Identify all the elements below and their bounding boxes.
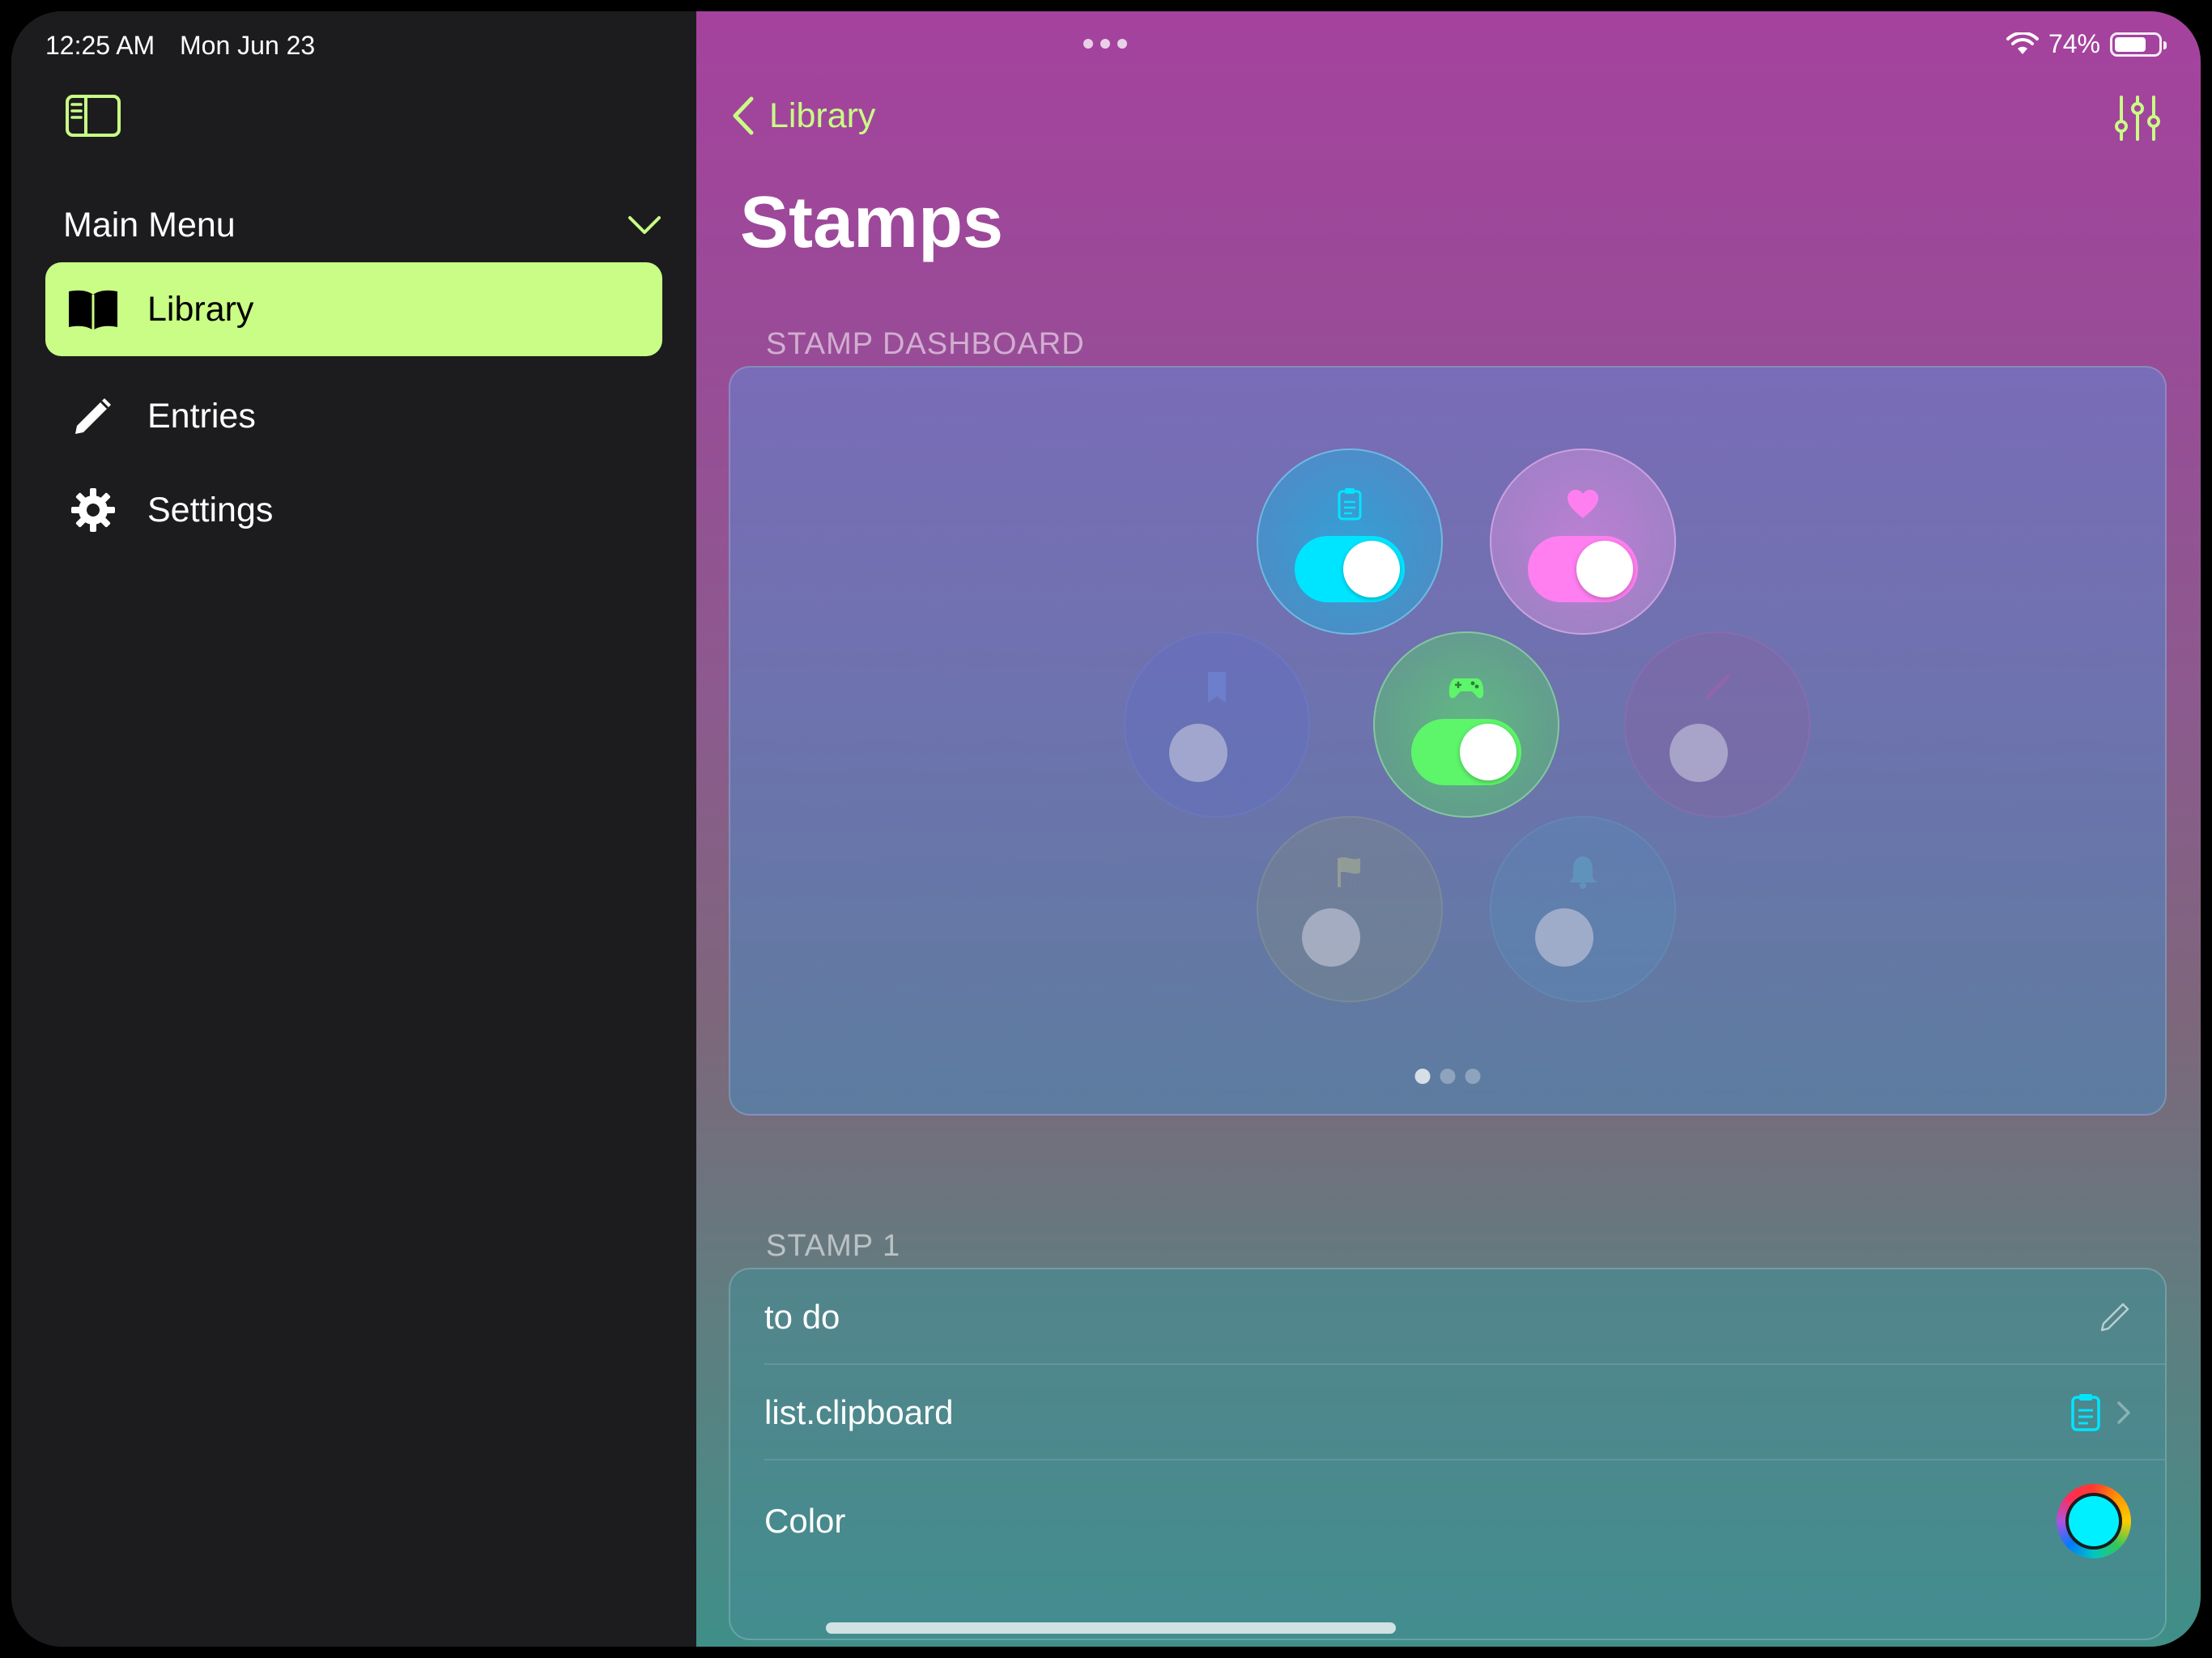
stamp-symbol-row[interactable]: list.clipboard bbox=[730, 1365, 2165, 1460]
status-indicators: 74% bbox=[2006, 29, 2167, 59]
stamp-gamecontroller[interactable] bbox=[1373, 631, 1559, 818]
stamp-clipboard[interactable] bbox=[1257, 449, 1443, 635]
stamp-bell[interactable] bbox=[1490, 816, 1676, 1002]
sidebar-item-entries[interactable]: Entries bbox=[45, 369, 662, 463]
main-menu-header[interactable]: Main Menu bbox=[63, 199, 662, 251]
page-indicator[interactable] bbox=[1414, 1069, 1481, 1084]
sidebar-left-icon bbox=[66, 95, 121, 137]
stamp-symbol-value: list.clipboard bbox=[764, 1393, 954, 1431]
stamp-toggle[interactable] bbox=[1535, 908, 1593, 967]
page-dot[interactable] bbox=[1465, 1069, 1481, 1084]
stamp-toggle[interactable] bbox=[1295, 536, 1405, 602]
stamp-dashboard bbox=[729, 366, 2167, 1116]
stamp-toggle[interactable] bbox=[1528, 536, 1638, 602]
page-title: Stamps bbox=[740, 182, 1004, 263]
bookmark-icon bbox=[1208, 672, 1226, 703]
flag-icon bbox=[1338, 857, 1360, 887]
stamp-toggle[interactable] bbox=[1169, 724, 1227, 782]
battery-percent: 74% bbox=[2048, 29, 2100, 58]
sidebar-item-library[interactable]: Library bbox=[45, 262, 662, 356]
chevron-down-icon bbox=[628, 216, 661, 234]
status-date: Mon Jun 23 bbox=[180, 31, 316, 60]
chevron-left-icon bbox=[733, 96, 754, 135]
stamp-flag[interactable] bbox=[1257, 816, 1443, 1002]
stamp-name-row[interactable]: to do bbox=[730, 1269, 2165, 1365]
page-dot[interactable] bbox=[1440, 1069, 1456, 1084]
stamp-heart[interactable] bbox=[1490, 449, 1676, 635]
stamp-pencil[interactable] bbox=[1624, 631, 1810, 818]
color-swatch bbox=[2069, 1496, 2119, 1546]
section-header-stamp: STAMP 1 bbox=[766, 1229, 901, 1263]
ipad-screen: 12:25 AM Mon Jun 23 74% Main Menu Librar… bbox=[11, 11, 2201, 1647]
detail-pane: Library Stamps STAMP DASHBOARD STAMP 1 t… bbox=[696, 11, 2201, 1647]
page-dot[interactable] bbox=[1414, 1069, 1431, 1084]
sidebar-item-label: Entries bbox=[147, 396, 256, 436]
home-indicator[interactable] bbox=[826, 1622, 1396, 1634]
stamp-bookmark[interactable] bbox=[1124, 631, 1310, 818]
back-button[interactable]: Library bbox=[732, 96, 875, 136]
battery-icon bbox=[2110, 32, 2167, 57]
bell-icon bbox=[1569, 857, 1597, 889]
chevron-right-icon bbox=[2117, 1401, 2130, 1424]
gear-icon bbox=[65, 485, 121, 535]
sliders-icon bbox=[2115, 96, 2160, 141]
dot bbox=[1083, 39, 1093, 49]
section-header-dashboard: STAMP DASHBOARD bbox=[766, 327, 1085, 361]
stamp-toggle[interactable] bbox=[1302, 908, 1360, 967]
multitasking-dots[interactable] bbox=[1083, 39, 1127, 49]
stamp-toggle[interactable] bbox=[1411, 719, 1521, 785]
stamp-toggle[interactable] bbox=[1670, 724, 1728, 782]
dot bbox=[1117, 39, 1127, 49]
sidebar-item-label: Library bbox=[147, 289, 254, 329]
pencil-icon[interactable] bbox=[2099, 1301, 2131, 1333]
stamp-color-row[interactable]: Color bbox=[730, 1460, 2165, 1582]
sidebar-toggle-button[interactable] bbox=[65, 94, 121, 138]
heart-icon bbox=[1568, 490, 1598, 518]
color-picker-well[interactable] bbox=[2057, 1484, 2131, 1558]
wifi-icon bbox=[2006, 32, 2039, 54]
clipboard-icon bbox=[1338, 488, 1362, 521]
stamp-settings-card: to do list.clipboard Color bbox=[729, 1268, 2167, 1640]
color-label: Color bbox=[764, 1502, 846, 1540]
filter-button[interactable] bbox=[2113, 94, 2162, 142]
clipboard-icon bbox=[2071, 1394, 2100, 1431]
book-icon bbox=[65, 284, 121, 334]
sidebar-item-settings[interactable]: Settings bbox=[45, 463, 662, 557]
gamecontroller-icon bbox=[1448, 678, 1484, 699]
dot bbox=[1100, 39, 1110, 49]
main-menu-label: Main Menu bbox=[63, 205, 236, 244]
pencil-icon bbox=[1705, 674, 1731, 699]
sidebar-item-label: Settings bbox=[147, 490, 274, 529]
sidebar: Main Menu Library Entries Settings bbox=[11, 11, 696, 1647]
back-label: Library bbox=[769, 96, 876, 135]
pencil-icon bbox=[65, 391, 121, 441]
stamp-name-value: to do bbox=[764, 1298, 840, 1336]
status-time: 12:25 AM bbox=[45, 31, 155, 60]
